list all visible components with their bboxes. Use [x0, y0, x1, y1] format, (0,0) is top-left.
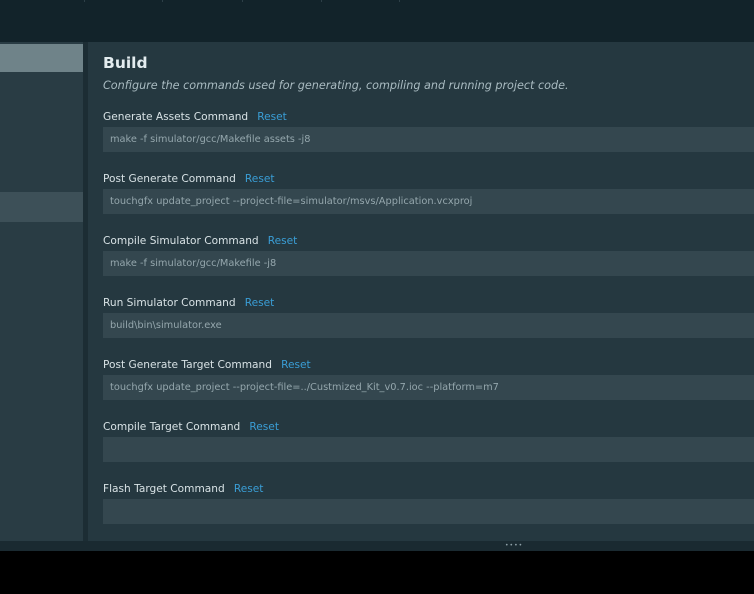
run-simulator-command-label: Run Simulator Command	[103, 297, 236, 309]
compile-target-command-label: Compile Target Command	[103, 421, 241, 433]
flash-target-command-label: Flash Target Command	[103, 483, 225, 495]
top-toolbar	[0, 0, 754, 42]
post-generate-target-command-label: Post Generate Target Command	[103, 359, 272, 371]
resize-handle-icon[interactable]: ••••	[505, 543, 523, 549]
post-generate-command-label: Post Generate Command	[103, 173, 236, 185]
post-generate-reset-link[interactable]: Reset	[245, 173, 275, 185]
post-generate-command-input[interactable]	[103, 189, 754, 214]
tab-separator	[321, 0, 322, 2]
compile-simulator-reset-link[interactable]: Reset	[268, 235, 298, 247]
build-settings-panel: Build Configure the commands used for ge…	[88, 42, 754, 541]
config-sidebar	[0, 42, 83, 541]
generate-assets-command-label: Generate Assets Command	[103, 111, 249, 123]
page-title: Build	[103, 54, 148, 72]
flash-target-command-input[interactable]	[103, 499, 754, 524]
tab-separator	[399, 0, 400, 2]
tab-separator	[242, 0, 243, 2]
run-simulator-command-input[interactable]	[103, 313, 754, 338]
flash-target-reset-link[interactable]: Reset	[234, 483, 264, 495]
compile-simulator-command-input[interactable]	[103, 251, 754, 276]
page-description: Configure the commands used for generati…	[103, 79, 569, 92]
tab-separator	[84, 0, 85, 2]
post-generate-target-reset-link[interactable]: Reset	[281, 359, 311, 371]
sidebar-item-build[interactable]	[0, 192, 83, 222]
compile-target-command-input[interactable]	[103, 437, 754, 462]
post-generate-target-command-input[interactable]	[103, 375, 754, 400]
generate-assets-reset-link[interactable]: Reset	[257, 111, 287, 123]
tab-separator	[162, 0, 163, 2]
sidebar-item-selected[interactable]	[0, 44, 83, 72]
compile-simulator-command-label: Compile Simulator Command	[103, 235, 259, 247]
bottom-panel-bar: ••••	[0, 541, 754, 551]
run-simulator-reset-link[interactable]: Reset	[245, 297, 275, 309]
generate-assets-command-input[interactable]	[103, 127, 754, 152]
compile-target-reset-link[interactable]: Reset	[249, 421, 279, 433]
